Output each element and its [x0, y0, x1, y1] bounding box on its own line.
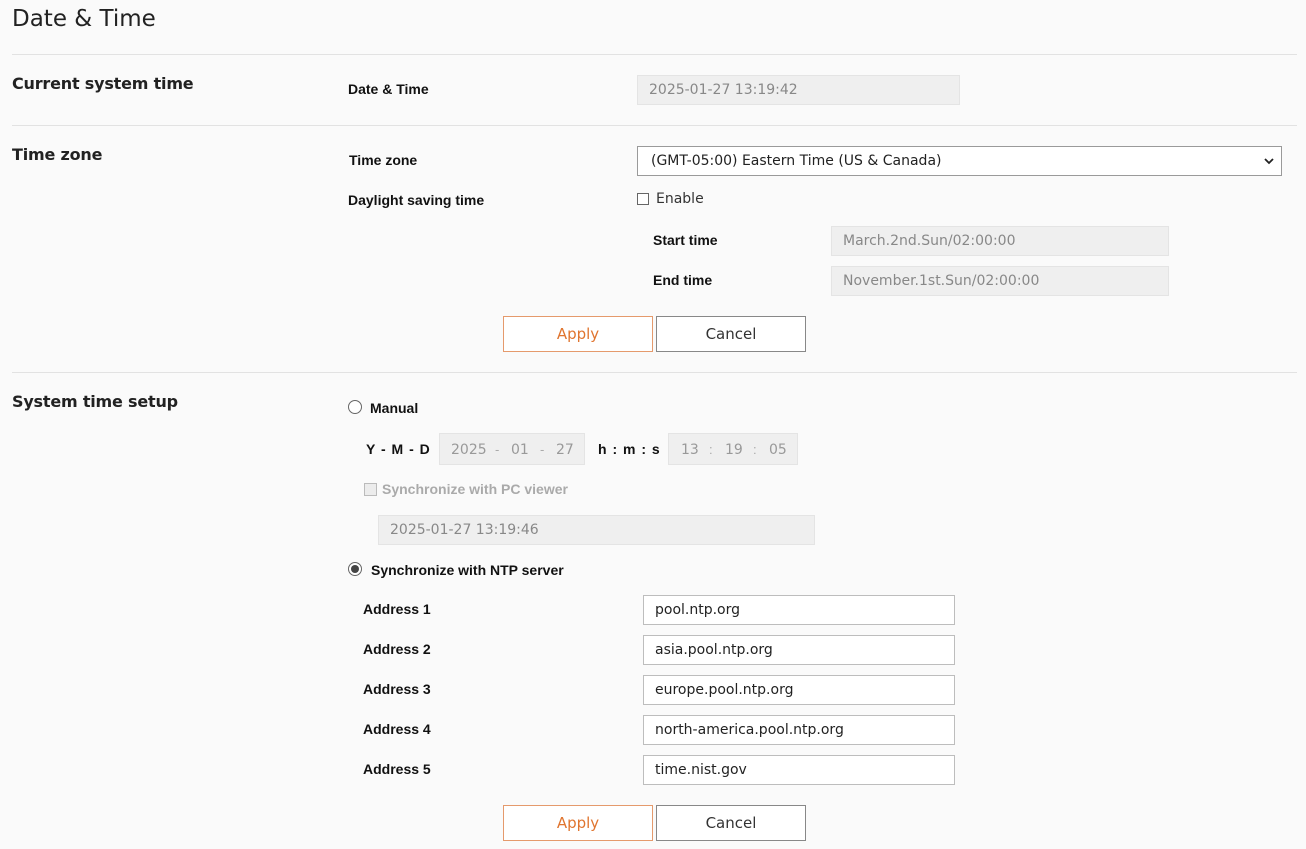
time-separator: : — [709, 442, 713, 457]
end-time-field: November.1st.Sun/02:00:00 — [831, 266, 1169, 296]
end-time-label: End time — [653, 272, 713, 288]
hms-label: h : m : s — [598, 441, 661, 457]
manual-label: Manual — [370, 400, 419, 416]
ymd-label: Y - M - D — [366, 441, 431, 457]
sync-pc-checkbox[interactable] — [364, 483, 377, 496]
timezone-cancel-button[interactable]: Cancel — [656, 316, 806, 352]
address-3-label: Address 3 — [363, 681, 431, 697]
year-input[interactable]: 2025 — [451, 442, 487, 458]
pc-time-field: 2025-01-27 13:19:46 — [378, 515, 815, 545]
start-time-field: March.2nd.Sun/02:00:00 — [831, 226, 1169, 256]
timezone-select-value: (GMT-05:00) Eastern Time (US & Canada) — [651, 153, 942, 169]
timezone-apply-button[interactable]: Apply — [503, 316, 653, 352]
divider — [12, 54, 1297, 55]
day-input[interactable]: 27 — [556, 442, 574, 458]
current-date-time-field: 2025-01-27 13:19:42 — [637, 75, 960, 105]
ntp-label: Synchronize with NTP server — [371, 562, 564, 578]
timezone-select[interactable]: (GMT-05:00) Eastern Time (US & Canada) — [637, 146, 1282, 176]
divider — [12, 372, 1297, 373]
start-time-label: Start time — [653, 232, 718, 248]
address-4-input[interactable]: north-america.pool.ntp.org — [643, 715, 955, 745]
address-1-input[interactable]: pool.ntp.org — [643, 595, 955, 625]
system-time-apply-button[interactable]: Apply — [503, 805, 653, 841]
address-2-input[interactable]: asia.pool.ntp.org — [643, 635, 955, 665]
manual-time-group: 13 : 19 : 05 — [668, 433, 798, 465]
system-time-cancel-button[interactable]: Cancel — [656, 805, 806, 841]
address-5-input[interactable]: time.nist.gov — [643, 755, 955, 785]
chevron-down-icon — [1264, 158, 1274, 165]
section-title-time-zone: Time zone — [12, 145, 103, 164]
address-5-label: Address 5 — [363, 761, 431, 777]
address-3-input[interactable]: europe.pool.ntp.org — [643, 675, 955, 705]
ntp-radio[interactable] — [348, 562, 362, 576]
dst-enable-checkbox[interactable] — [637, 193, 649, 205]
address-1-label: Address 1 — [363, 601, 431, 617]
dst-label: Daylight saving time — [348, 192, 485, 208]
manual-date-group: 2025 - 01 - 27 — [439, 433, 585, 465]
minute-input[interactable]: 19 — [725, 442, 743, 458]
page-title: Date & Time — [12, 6, 156, 32]
sync-pc-label: Synchronize with PC viewer — [382, 481, 568, 497]
hour-input[interactable]: 13 — [681, 442, 699, 458]
manual-radio[interactable] — [348, 400, 362, 414]
second-input[interactable]: 05 — [769, 442, 787, 458]
dst-enable-label: Enable — [656, 191, 704, 207]
date-separator: - — [540, 442, 545, 457]
time-separator: : — [753, 442, 757, 457]
section-title-current-system-time: Current system time — [12, 74, 194, 93]
address-4-label: Address 4 — [363, 721, 431, 737]
section-title-system-time-setup: System time setup — [12, 392, 178, 411]
month-input[interactable]: 01 — [511, 442, 529, 458]
divider — [12, 125, 1297, 126]
address-2-label: Address 2 — [363, 641, 431, 657]
timezone-label: Time zone — [349, 152, 418, 168]
date-time-label: Date & Time — [348, 81, 429, 97]
date-separator: - — [495, 442, 500, 457]
